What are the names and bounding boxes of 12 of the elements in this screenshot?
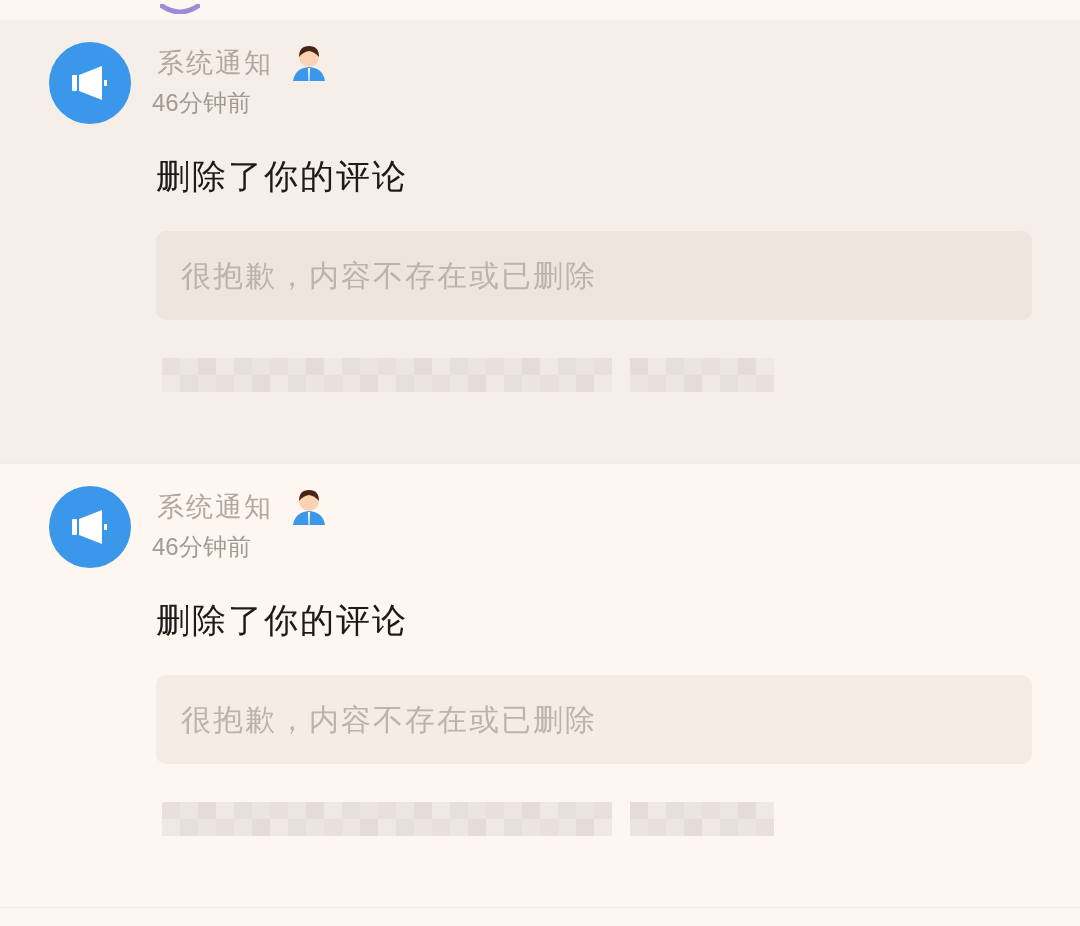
megaphone-avatar-icon xyxy=(49,42,131,124)
message-text: 删除了你的评论 xyxy=(156,155,409,198)
arc-icon xyxy=(160,4,200,14)
quote-text: 很抱歉，内容不存在或已删除 xyxy=(181,702,597,738)
sender-name: 系统通知 xyxy=(157,491,273,524)
person-icon xyxy=(291,44,327,82)
megaphone-avatar-icon xyxy=(49,486,131,568)
person-icon xyxy=(291,488,327,526)
message-text: 删除了你的评论 xyxy=(156,599,409,642)
timestamp: 46分钟前 xyxy=(152,532,252,562)
timestamp: 46分钟前 xyxy=(152,88,252,118)
sender-name: 系统通知 xyxy=(157,47,273,80)
